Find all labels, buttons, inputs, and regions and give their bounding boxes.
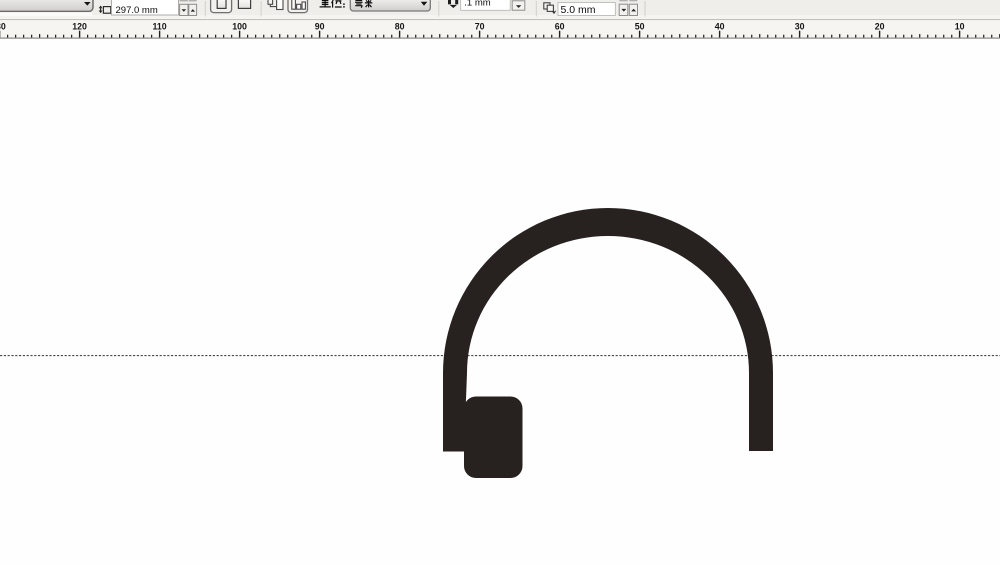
svg-text:5.0 mm: 5.0 mm (561, 4, 596, 16)
svg-text:20: 20 (875, 22, 885, 32)
svg-text:50: 50 (635, 22, 645, 32)
svg-text:80: 80 (395, 22, 405, 32)
svg-text:110: 110 (152, 22, 166, 32)
svg-text:40: 40 (715, 22, 725, 32)
svg-text:10: 10 (955, 22, 965, 32)
svg-text:130: 130 (0, 22, 6, 32)
svg-text:100: 100 (232, 22, 247, 32)
svg-text:60: 60 (555, 22, 565, 32)
svg-text:297.0 mm: 297.0 mm (116, 5, 158, 16)
svg-text:120: 120 (72, 22, 87, 32)
svg-text:90: 90 (315, 22, 325, 32)
svg-text:.1 mm: .1 mm (464, 0, 490, 9)
svg-text:30: 30 (795, 22, 805, 32)
svg-text:70: 70 (475, 22, 485, 32)
